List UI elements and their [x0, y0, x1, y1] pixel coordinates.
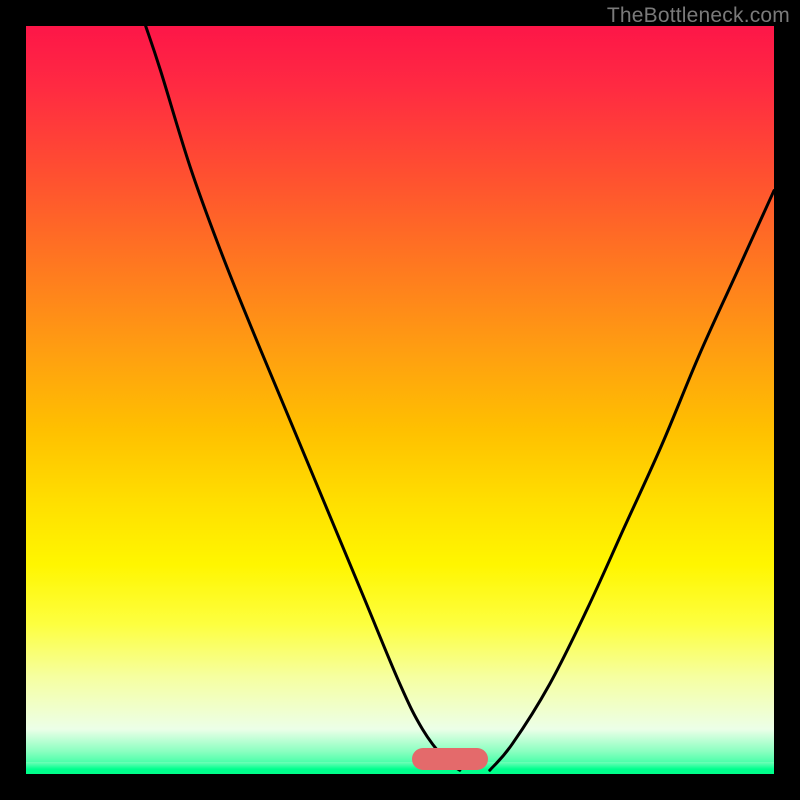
right-curve	[490, 191, 774, 771]
left-curve	[146, 26, 460, 770]
bottleneck-curves	[26, 26, 774, 774]
chart-frame: TheBottleneck.com	[0, 0, 800, 800]
plot-area	[26, 26, 774, 774]
watermark-text: TheBottleneck.com	[607, 4, 790, 28]
optimal-marker	[412, 748, 488, 770]
